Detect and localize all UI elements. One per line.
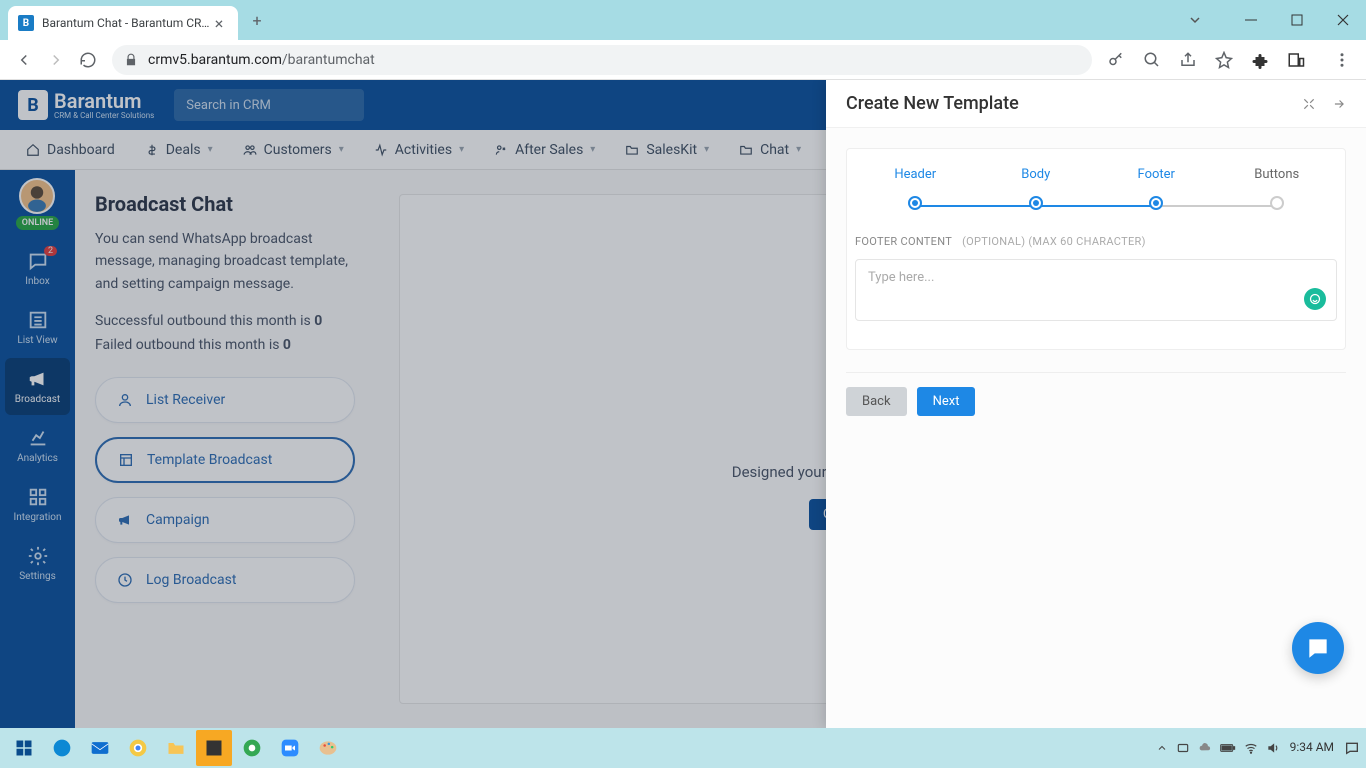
emoji-picker-icon[interactable]	[1304, 288, 1326, 310]
footer-content-note: (OPTIONAL) (MAX 60 CHARACTER)	[962, 235, 1146, 248]
taskbar-mail-icon[interactable]	[82, 730, 118, 766]
browser-reload-button[interactable]	[72, 44, 104, 76]
window-close-button[interactable]	[1320, 0, 1366, 40]
taskbar-clock[interactable]: 9:34 AM	[1290, 741, 1334, 754]
star-icon[interactable]	[1208, 44, 1240, 76]
back-button[interactable]: Back	[846, 387, 907, 416]
system-tray[interactable]	[1156, 741, 1280, 755]
app-container: B Barantum CRM & Call Center Solutions D…	[0, 80, 1366, 728]
step-dot-icon	[1029, 196, 1043, 210]
step-dot-icon	[1270, 196, 1284, 210]
extensions-icon[interactable]	[1244, 44, 1276, 76]
tray-volume-icon[interactable]	[1266, 741, 1280, 755]
windows-taskbar: 9:34 AM	[0, 728, 1366, 768]
step-dot-icon	[1149, 196, 1163, 210]
zoom-icon[interactable]	[1136, 44, 1168, 76]
browser-tab-strip: B Barantum Chat - Barantum CRM × +	[0, 0, 1366, 40]
taskbar-chrome-icon[interactable]	[120, 730, 156, 766]
taskbar-chrome2-icon[interactable]	[234, 730, 270, 766]
footer-content-label: FOOTER CONTENT	[855, 235, 952, 248]
expand-icon[interactable]	[1302, 97, 1316, 111]
step-dot-icon	[908, 196, 922, 210]
url-host: crmv5.barantum.com	[148, 52, 282, 68]
browser-back-button[interactable]	[8, 44, 40, 76]
tray-wifi-icon[interactable]	[1244, 741, 1258, 755]
next-button[interactable]: Next	[917, 387, 976, 416]
tray-onedrive-icon[interactable]	[1198, 741, 1212, 755]
taskbar-paint-icon[interactable]	[310, 730, 346, 766]
step-footer[interactable]: Footer	[1096, 167, 1217, 210]
footer-content-field[interactable]	[855, 259, 1337, 321]
close-tab-icon[interactable]: ×	[210, 14, 228, 32]
browser-menu-icon[interactable]	[1326, 44, 1358, 76]
chevron-down-icon[interactable]	[1172, 0, 1218, 40]
close-panel-icon[interactable]	[1332, 97, 1346, 111]
footer-content-input[interactable]	[868, 270, 1294, 300]
browser-forward-button[interactable]	[40, 44, 72, 76]
panel-header: Create New Template	[826, 80, 1366, 128]
tray-battery-icon[interactable]	[1220, 742, 1236, 754]
url-bar[interactable]: crmv5.barantum.com/barantumchat	[112, 45, 1092, 75]
share-icon[interactable]	[1172, 44, 1204, 76]
taskbar-app-icon[interactable]	[196, 730, 232, 766]
browser-toolbar: crmv5.barantum.com/barantumchat	[0, 40, 1366, 80]
window-maximize-button[interactable]	[1274, 0, 1320, 40]
create-template-panel: Create New Template Header	[826, 80, 1366, 728]
step-buttons[interactable]: Buttons	[1217, 167, 1338, 210]
taskbar-explorer-icon[interactable]	[158, 730, 194, 766]
new-tab-button[interactable]: +	[248, 11, 266, 29]
lock-icon	[124, 53, 138, 67]
step-header[interactable]: Header	[855, 167, 976, 210]
intercom-launcher[interactable]	[1292, 622, 1344, 674]
window-minimize-button[interactable]	[1228, 0, 1274, 40]
favicon: B	[18, 15, 34, 31]
tab-title: Barantum Chat - Barantum CRM	[42, 16, 210, 30]
panel-title: Create New Template	[846, 93, 1019, 114]
url-path: /barantumchat	[282, 52, 375, 68]
browser-tab[interactable]: B Barantum Chat - Barantum CRM ×	[8, 6, 238, 40]
taskbar-edge-icon[interactable]	[44, 730, 80, 766]
tray-sync-icon[interactable]	[1176, 741, 1190, 755]
taskbar-zoom-icon[interactable]	[272, 730, 308, 766]
key-icon[interactable]	[1100, 44, 1132, 76]
step-body[interactable]: Body	[976, 167, 1097, 210]
tray-chevron-icon[interactable]	[1156, 742, 1168, 754]
wizard-steps: Header Body Footer Buttons	[846, 148, 1346, 350]
notifications-icon[interactable]	[1344, 740, 1360, 756]
devices-icon[interactable]	[1280, 44, 1312, 76]
start-button[interactable]	[6, 730, 42, 766]
